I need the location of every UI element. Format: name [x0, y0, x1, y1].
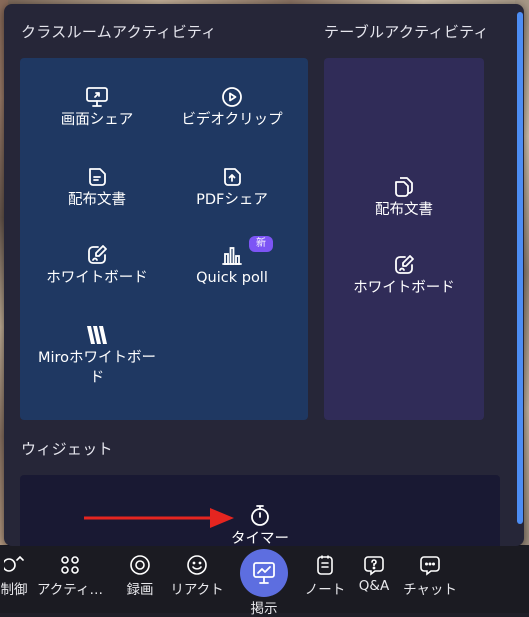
activities-icon [61, 556, 79, 574]
classroom-activities-title: クラスルームアクティビティ [21, 23, 217, 41]
whiteboard-label: ホワイトボード [46, 270, 148, 286]
play-circle-icon [222, 87, 242, 107]
notes-icon [317, 555, 333, 575]
monitor-share-icon [86, 87, 108, 107]
miro-whiteboard-label: Miroホワイトボード [37, 350, 157, 386]
toolbar-record-label: 録画 [126, 582, 154, 598]
toolbar-react-label: リアクト [170, 582, 224, 598]
table-handout-button[interactable]: 配布文書 [334, 176, 474, 220]
toolbar-notes-label: ノート [304, 582, 346, 598]
document-icon [89, 168, 106, 186]
red-arrow-annotation [84, 508, 234, 528]
documents-stack-icon [395, 177, 413, 197]
whiteboard-pen-icon [395, 255, 414, 274]
chat-icon [420, 556, 440, 576]
table-handout-label: 配布文書 [375, 202, 433, 218]
video-clip-label: ビデオクリップ [181, 112, 283, 128]
screen-share-label: 画面シェア [60, 112, 134, 128]
pdf-share-label: PDFシェア [196, 192, 268, 208]
record-icon [130, 555, 150, 575]
toolbar-present-label: 掲示 [250, 601, 278, 617]
widgets-title: ウィジェット [21, 440, 113, 458]
quick-poll-label: Quick poll [196, 270, 268, 286]
present-icon [253, 562, 275, 584]
toolbar-react-button[interactable]: リアクト [166, 546, 228, 598]
new-badge: 新 [249, 236, 273, 252]
toolbar-notes-button[interactable]: ノート [298, 546, 352, 598]
pdf-share-button[interactable]: PDFシェア [170, 166, 294, 210]
smiley-icon [187, 555, 207, 575]
stopwatch-icon [251, 505, 269, 526]
bar-chart-icon [222, 247, 242, 265]
whiteboard-pen-icon [88, 245, 107, 264]
present-circle-button[interactable] [240, 549, 288, 597]
table-activities-title: テーブルアクティビティ [324, 23, 489, 41]
table-whiteboard-label: ホワイトボード [353, 280, 455, 296]
qa-icon [364, 556, 384, 576]
toolbar-activities-button[interactable]: アクティ… [32, 546, 108, 598]
miro-logo-icon [87, 326, 107, 344]
toolbar-chat-button[interactable]: チャット [398, 546, 462, 598]
control-icon [4, 555, 24, 572]
toolbar-record-button[interactable]: 録画 [118, 546, 162, 598]
quick-poll-button[interactable]: Quick poll [170, 244, 294, 288]
toolbar-qa-label: Q&A [358, 578, 390, 594]
handout-label: 配布文書 [68, 192, 126, 208]
toolbar-control-button[interactable]: 制御 [0, 546, 34, 598]
scrollbar[interactable] [517, 12, 523, 524]
handout-button[interactable]: 配布文書 [38, 166, 156, 210]
activities-popup: クラスルームアクティビティ テーブルアクティビティ 画面シェア ビデオクリップ … [4, 4, 524, 546]
pdf-upload-icon [224, 168, 241, 186]
toolbar-chat-label: チャット [403, 582, 457, 598]
whiteboard-button[interactable]: ホワイトボード [32, 244, 162, 288]
timer-label: タイマー [231, 531, 289, 546]
table-whiteboard-button[interactable]: ホワイトボード [332, 254, 476, 298]
table-activities-card: 配布文書 ホワイトボード [324, 58, 484, 420]
toolbar-activities-label: アクティ… [36, 582, 103, 598]
video-clip-button[interactable]: ビデオクリップ [170, 86, 294, 130]
toolbar-qa-button[interactable]: Q&A [354, 546, 394, 594]
miro-whiteboard-button[interactable]: Miroホワイトボード [34, 324, 160, 388]
screen-share-button[interactable]: 画面シェア [38, 86, 156, 130]
toolbar-control-label: 制御 [0, 582, 28, 598]
